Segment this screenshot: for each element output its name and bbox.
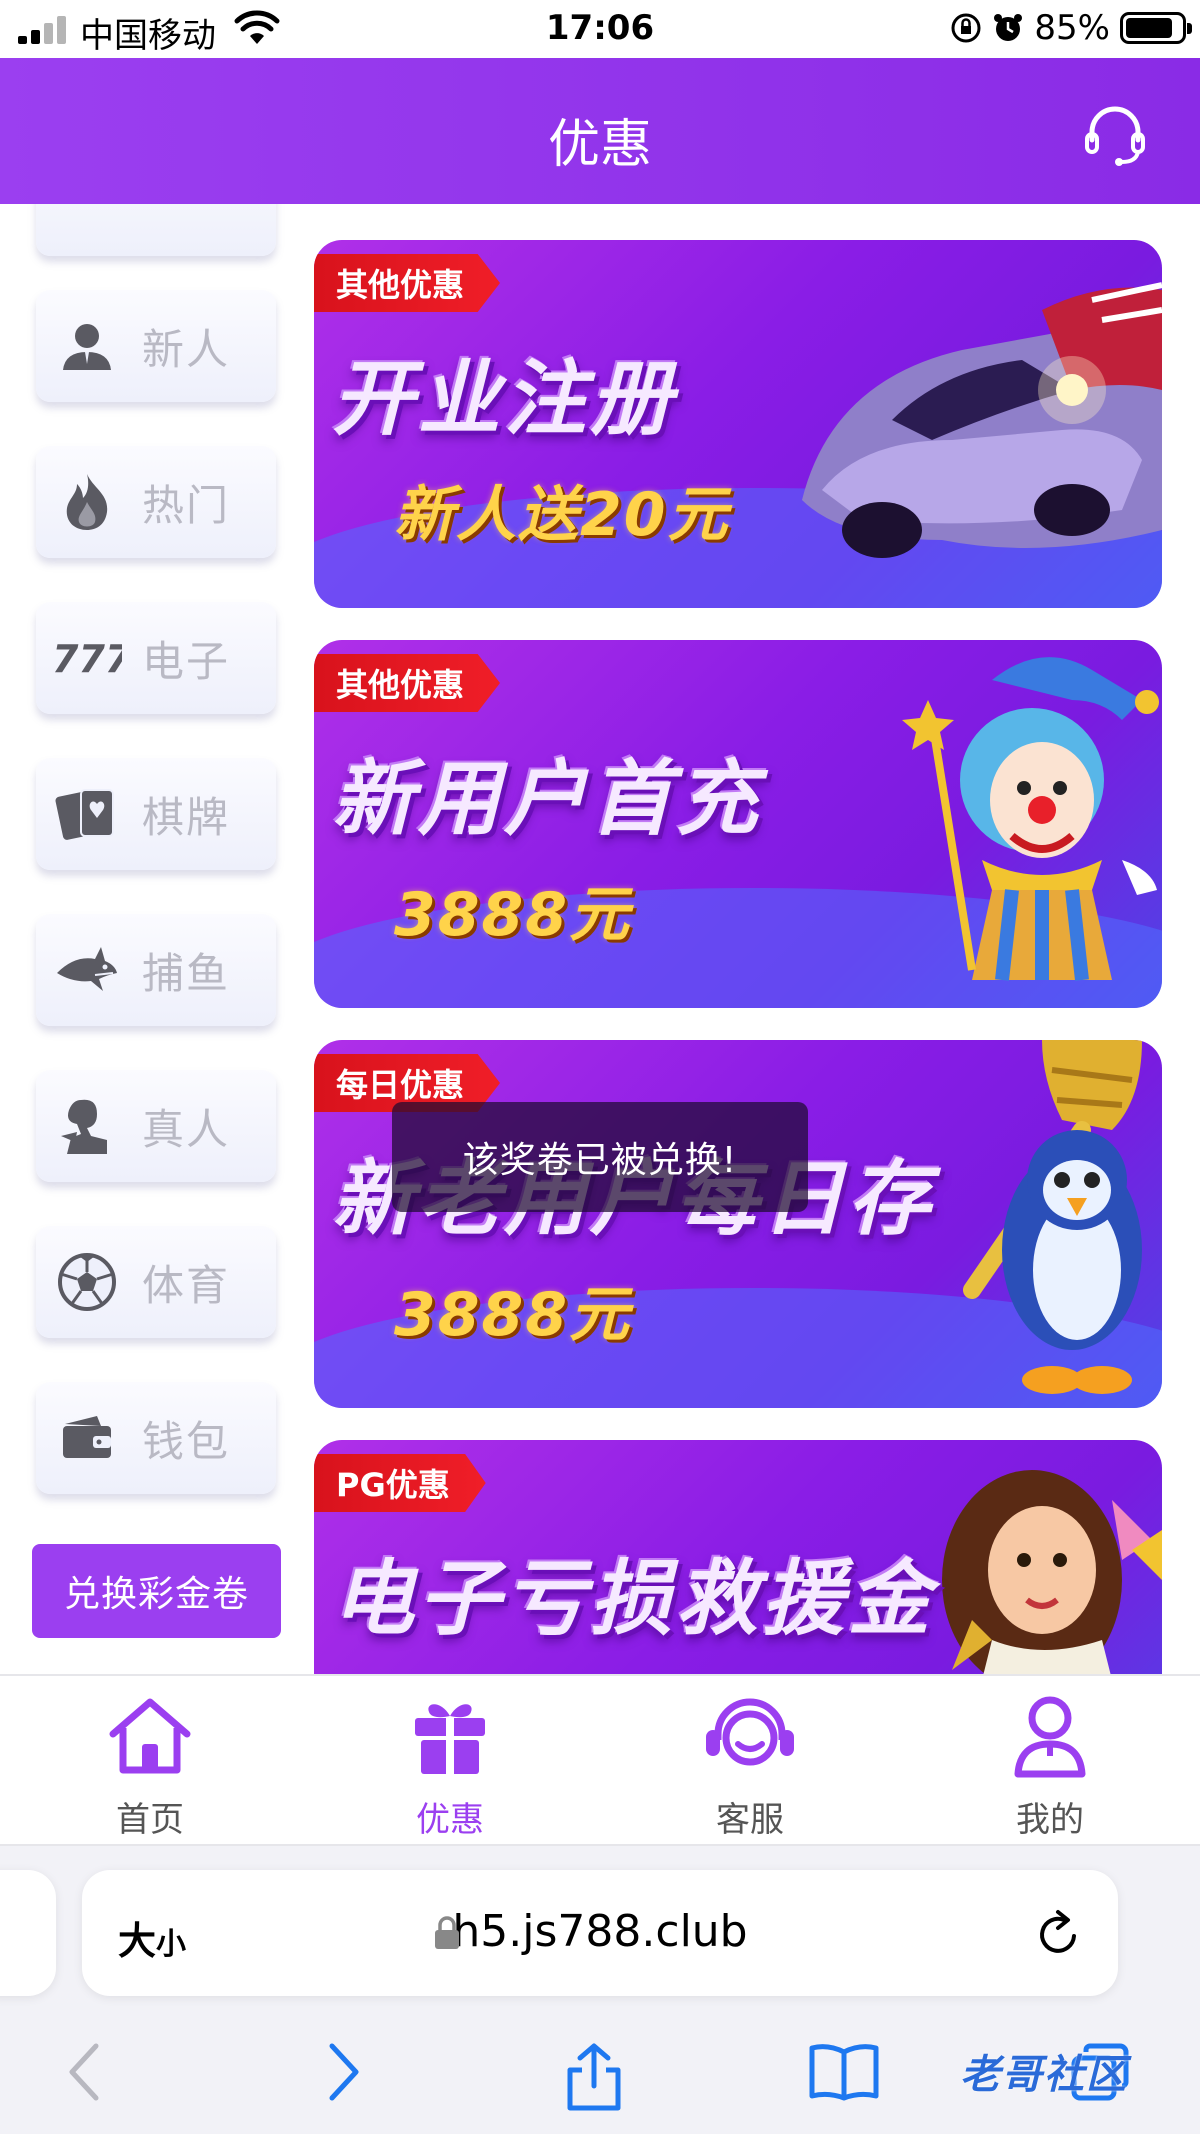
battery-percent: 85% <box>1034 8 1110 48</box>
promo-category-tag: PG优惠 <box>314 1454 486 1512</box>
promo-headline: 开业注册 <box>332 352 676 447</box>
address-bar[interactable]: 大小 h5.js788.club <box>82 1870 1118 1996</box>
user-icon <box>52 311 122 381</box>
previous-tab-preview[interactable] <box>0 1870 56 1996</box>
sidebar-item-wallet[interactable]: 钱包 <box>36 1382 276 1494</box>
promo-banner-slot-rescue[interactable]: PG优惠 电子亏损救援金 <box>314 1440 1162 1674</box>
soccer-ball-icon <box>52 1247 122 1317</box>
tab-profile[interactable]: 我的 <box>950 1690 1150 1841</box>
redeem-bonus-button[interactable]: 兑换彩金卷 <box>32 1544 281 1638</box>
watermark-logo: 老哥社区 <box>960 2052 1128 2098</box>
promotions-content[interactable]: 新人 热门 777 电子 棋牌 捕鱼 真人 体育 <box>0 204 1200 1674</box>
sidebar-item-label: 捕鱼 <box>142 948 231 998</box>
sidebar-item-slots[interactable]: 777 电子 <box>36 602 276 714</box>
promo-headline: 电子亏损救援金 <box>332 1552 934 1647</box>
back-icon[interactable] <box>64 2042 104 2102</box>
page-title: 优惠 <box>547 115 652 175</box>
sidebar-item-fishing[interactable]: 捕鱼 <box>36 914 276 1026</box>
tab-home[interactable]: 首页 <box>50 1690 250 1841</box>
sidebar-item-label: 热门 <box>142 480 231 530</box>
rotation-lock-icon <box>951 13 981 43</box>
sidebar-item-partial[interactable] <box>36 204 276 256</box>
cards-icon <box>52 779 122 849</box>
sidebar-item-label: 体育 <box>142 1260 231 1310</box>
forward-icon[interactable] <box>324 2042 364 2102</box>
sidebar-item-label: 钱包 <box>142 1416 231 1466</box>
sidebar-item-new[interactable]: 新人 <box>36 290 276 402</box>
slot-777-icon: 777 <box>52 623 122 693</box>
profile-icon <box>1014 1696 1086 1778</box>
lock-icon <box>435 1916 459 1949</box>
battery-icon <box>1120 12 1192 44</box>
sidebar-item-label: 真人 <box>142 1104 231 1154</box>
promo-banner-registration[interactable]: 其他优惠 开业注册 新人送20元 <box>314 240 1162 608</box>
flame-icon <box>52 467 122 537</box>
shark-icon <box>52 935 122 1005</box>
headset-icon <box>706 1698 794 1766</box>
tab-label: 首页 <box>116 1800 184 1840</box>
tab-promotions[interactable]: 优惠 <box>350 1690 550 1841</box>
promo-headline: 新用户首充 <box>332 752 762 847</box>
tab-support[interactable]: 客服 <box>650 1690 850 1841</box>
promo-category-tag: 其他优惠 <box>314 254 501 312</box>
promo-banner-daily-deposit[interactable]: 每日优惠 新老用户每日存 3888元 <box>314 1040 1162 1408</box>
bookmarks-icon[interactable] <box>808 2042 880 2102</box>
bottom-tab-bar: 首页 优惠 客服 我的 <box>0 1674 1200 1846</box>
promo-amount: 3888元 <box>394 880 631 950</box>
sidebar-item-label: 棋牌 <box>142 792 231 842</box>
race-car-illustration <box>802 282 1162 558</box>
promo-amount: 3888元 <box>394 1280 631 1350</box>
home-icon <box>109 1698 191 1774</box>
sidebar-item-hot[interactable]: 热门 <box>36 446 276 558</box>
svg-text:777: 777 <box>52 638 122 678</box>
promo-banner-first-deposit[interactable]: 其他优惠 新用户首充 3888元 <box>314 640 1162 1008</box>
tab-label: 我的 <box>1016 1800 1084 1840</box>
sidebar-item-sports[interactable]: 体育 <box>36 1226 276 1338</box>
tab-label: 客服 <box>716 1800 784 1840</box>
reload-icon[interactable] <box>1034 1908 1082 1958</box>
tab-label: 优惠 <box>416 1800 484 1840</box>
status-bar: 中国移动 17:06 85% <box>0 0 1200 58</box>
promo-category-tag: 其他优惠 <box>314 654 501 712</box>
app-header: 优惠 <box>0 58 1200 204</box>
toast-message: 该奖卷已被兑换! <box>392 1102 808 1212</box>
clown-illustration <box>902 657 1159 981</box>
share-icon[interactable] <box>562 2042 626 2112</box>
headset-icon[interactable] <box>1082 102 1148 168</box>
dealer-icon <box>52 1091 122 1161</box>
wallet-icon <box>52 1403 122 1473</box>
url-text: h5.js788.club <box>452 1906 748 1957</box>
gift-icon <box>415 1704 485 1774</box>
sidebar-item-cards[interactable]: 棋牌 <box>36 758 276 870</box>
alarm-icon <box>994 14 1023 41</box>
sidebar-item-label: 电子 <box>142 636 231 686</box>
sidebar-item-label: 新人 <box>142 324 231 374</box>
sidebar-item-live[interactable]: 真人 <box>36 1070 276 1182</box>
promo-amount: 新人送20元 <box>394 480 730 550</box>
browser-toolbar: 大小 h5.js788.club 老哥社区 <box>0 1846 1200 2134</box>
